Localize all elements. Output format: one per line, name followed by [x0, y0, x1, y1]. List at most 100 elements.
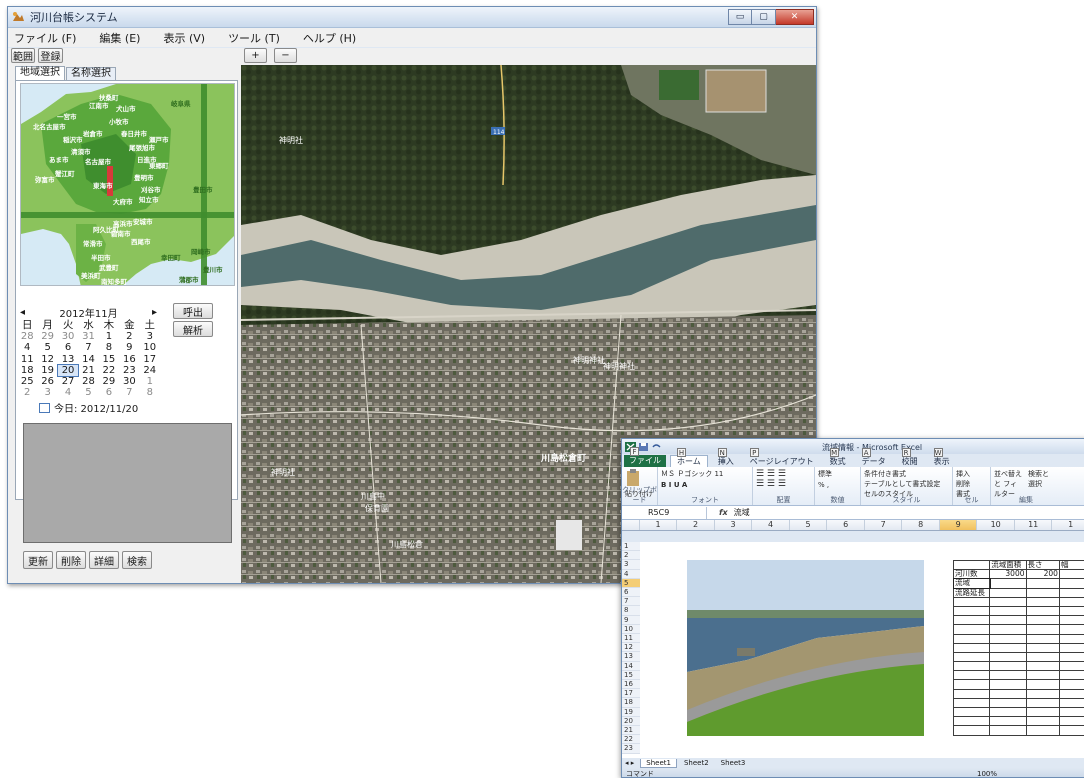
maximize-button[interactable]: ▢ [752, 9, 776, 25]
title-bar[interactable]: 河川台帳システム ▭ ▢ ✕ [8, 7, 816, 28]
calendar-day[interactable]: 25 [17, 376, 37, 387]
calendar-day[interactable]: 18 [17, 365, 37, 376]
sheet-tab-2[interactable]: Sheet2 [679, 759, 714, 767]
empty-cell[interactable] [1059, 625, 1084, 634]
calendar-day[interactable]: 3 [37, 387, 57, 398]
ribbon-tab[interactable]: データA [856, 456, 892, 467]
insert-cells-button[interactable]: 挿入 [956, 469, 987, 479]
calendar-day[interactable]: 4 [58, 387, 78, 398]
calendar-day[interactable]: 8 [99, 342, 119, 353]
worksheet-grid[interactable]: 1234567891011121314151617181920212223 流域… [622, 542, 1084, 758]
ribbon-tab[interactable]: ホームH [670, 455, 708, 467]
update-button[interactable]: 更新 [23, 551, 53, 569]
undo-icon[interactable] [651, 442, 662, 452]
calendar-day[interactable]: 26 [37, 376, 57, 387]
calendar-day[interactable]: 9 [119, 342, 139, 353]
calendar-day[interactable]: 2 [119, 331, 139, 342]
column-header[interactable]: 7 [865, 520, 903, 530]
empty-cell[interactable] [990, 689, 1026, 698]
empty-cell[interactable] [1026, 643, 1059, 652]
empty-cell[interactable] [954, 689, 990, 698]
empty-cell[interactable] [954, 726, 990, 735]
row-header[interactable]: 8 [622, 606, 640, 615]
minimize-button[interactable]: ▭ [728, 9, 752, 25]
table-cell[interactable] [1059, 579, 1084, 588]
empty-cell[interactable] [1026, 698, 1059, 707]
calendar-day[interactable]: 6 [58, 342, 78, 353]
row-header[interactable]: 14 [622, 662, 640, 671]
calendar-day[interactable]: 31 [78, 331, 98, 342]
calendar-day[interactable]: 8 [140, 387, 160, 398]
empty-cell[interactable] [1059, 643, 1084, 652]
delete-button[interactable]: 削除 [56, 551, 86, 569]
table-cell[interactable] [990, 588, 1026, 597]
row-header[interactable]: 17 [622, 689, 640, 698]
range-button[interactable]: 範囲 [11, 48, 35, 63]
calendar-day[interactable]: 30 [119, 376, 139, 387]
calendar-day[interactable]: 17 [140, 354, 160, 365]
empty-cell[interactable] [990, 634, 1026, 643]
empty-cell[interactable] [954, 625, 990, 634]
empty-cell[interactable] [1059, 606, 1084, 615]
menu-help[interactable]: ヘルプ (H) [303, 30, 356, 46]
zoom-out-button[interactable]: − [274, 48, 297, 63]
calendar-day[interactable]: 3 [140, 331, 160, 342]
calendar-day[interactable]: 21 [78, 365, 98, 376]
empty-cell[interactable] [990, 708, 1026, 717]
table-cell[interactable] [1026, 579, 1059, 588]
empty-cell[interactable] [990, 625, 1026, 634]
row-header[interactable]: 19 [622, 708, 640, 717]
table-cell[interactable] [990, 579, 1026, 588]
column-header[interactable]: 6 [827, 520, 865, 530]
row-header[interactable]: 9 [622, 616, 640, 625]
row-header[interactable]: 7 [622, 597, 640, 606]
empty-cell[interactable] [990, 597, 1026, 606]
sheet-tab-3[interactable]: Sheet3 [716, 759, 751, 767]
empty-cell[interactable] [1026, 680, 1059, 689]
empty-cell[interactable] [1026, 717, 1059, 726]
empty-cell[interactable] [1059, 689, 1084, 698]
empty-cell[interactable] [1026, 616, 1059, 625]
table-format-button[interactable]: テーブルとして書式設定 [864, 479, 949, 489]
empty-cell[interactable] [1059, 652, 1084, 661]
empty-cell[interactable] [954, 634, 990, 643]
excel-title-bar[interactable]: 流域情報 - Microsoft Excel [622, 439, 1084, 454]
calendar-day[interactable]: 1 [99, 331, 119, 342]
table-cell[interactable] [1059, 588, 1084, 597]
calendar-day[interactable]: 10 [140, 342, 160, 353]
empty-cell[interactable] [1059, 717, 1084, 726]
menu-view[interactable]: 表示 (V) [163, 30, 205, 46]
empty-cell[interactable] [1059, 671, 1084, 680]
row-header[interactable]: 3 [622, 560, 640, 569]
delete-cells-button[interactable]: 削除 [956, 479, 987, 489]
row-header[interactable]: 4 [622, 570, 640, 579]
calendar-day[interactable]: 6 [99, 387, 119, 398]
column-header[interactable]: 3 [715, 520, 753, 530]
empty-cell[interactable] [954, 643, 990, 652]
empty-cell[interactable] [990, 662, 1026, 671]
empty-cell[interactable] [990, 717, 1026, 726]
row-header[interactable]: 1 [622, 542, 640, 551]
embedded-river-photo[interactable] [687, 560, 924, 736]
sheet-nav-icon[interactable]: ◂ ▸ [625, 759, 634, 767]
fx-icon[interactable]: fx [719, 508, 728, 517]
column-header[interactable]: 8 [902, 520, 940, 530]
empty-cell[interactable] [1059, 616, 1084, 625]
empty-cell[interactable] [954, 652, 990, 661]
row-header[interactable]: 22 [622, 735, 640, 744]
empty-cell[interactable] [954, 708, 990, 717]
empty-cell[interactable] [1026, 671, 1059, 680]
empty-cell[interactable] [1059, 597, 1084, 606]
calendar-day[interactable]: 14 [78, 354, 98, 365]
empty-cell[interactable] [954, 606, 990, 615]
calendar-day[interactable]: 13 [58, 354, 78, 365]
number-format-select[interactable]: 標準 [818, 469, 857, 479]
row-header[interactable]: 16 [622, 680, 640, 689]
empty-cell[interactable] [954, 698, 990, 707]
row-header[interactable]: 18 [622, 698, 640, 707]
ribbon-tab[interactable]: 校閲R [896, 456, 924, 467]
calendar-day[interactable]: 16 [119, 354, 139, 365]
empty-cell[interactable] [990, 606, 1026, 615]
row-header[interactable]: 6 [622, 588, 640, 597]
ribbon-tab[interactable]: ファイルF [624, 455, 666, 467]
